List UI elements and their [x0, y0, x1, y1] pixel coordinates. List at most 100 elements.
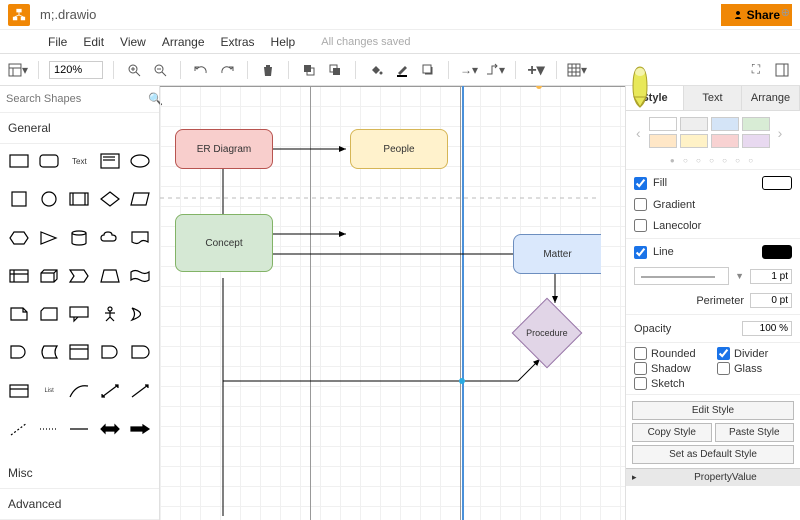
shape-dashed[interactable]: [6, 418, 32, 440]
shape-tape[interactable]: [127, 265, 153, 287]
gradient-checkbox[interactable]: [634, 198, 647, 211]
shape-list2[interactable]: List: [36, 380, 62, 402]
shape-curve[interactable]: [66, 380, 92, 402]
menu-help[interactable]: Help: [271, 35, 296, 49]
connection-icon[interactable]: →▾: [459, 60, 479, 80]
section-advanced[interactable]: Advanced: [0, 489, 159, 520]
shape-circle[interactable]: [36, 188, 62, 210]
swatch-white[interactable]: [649, 117, 677, 131]
shape-dotted[interactable]: [36, 418, 62, 440]
shape-delay[interactable]: [127, 341, 153, 363]
swatch-next-icon[interactable]: ›: [774, 125, 787, 141]
node-people[interactable]: People: [350, 129, 448, 169]
node-matter[interactable]: Matter: [513, 234, 601, 274]
fill-checkbox[interactable]: [634, 177, 647, 190]
shape-data[interactable]: [36, 341, 62, 363]
shape-thick-bidir[interactable]: [97, 418, 123, 440]
edit-style-button[interactable]: Edit Style: [632, 401, 794, 420]
shape-diamond[interactable]: [97, 188, 123, 210]
shape-trap[interactable]: [97, 265, 123, 287]
shadow-checkbox[interactable]: [634, 362, 647, 375]
copy-style-button[interactable]: Copy Style: [632, 423, 712, 442]
waypoint-icon[interactable]: ▾: [485, 60, 505, 80]
shape-card[interactable]: [36, 303, 62, 325]
tab-text[interactable]: Text: [684, 86, 742, 110]
line-style-select[interactable]: [634, 267, 729, 285]
shape-actor[interactable]: [97, 303, 123, 325]
shape-container[interactable]: [66, 341, 92, 363]
table-icon[interactable]: ▾: [567, 60, 587, 80]
search-shapes-input[interactable]: [6, 93, 148, 105]
shadow-icon[interactable]: [418, 60, 438, 80]
shape-textbox[interactable]: [97, 150, 123, 172]
zoom-in-icon[interactable]: [124, 60, 144, 80]
shape-line[interactable]: [66, 418, 92, 440]
line-color-button[interactable]: [762, 245, 792, 259]
set-default-style-button[interactable]: Set as Default Style: [632, 445, 794, 464]
file-title[interactable]: m;.drawio: [40, 7, 96, 22]
lanecolor-checkbox[interactable]: [634, 219, 647, 232]
shape-internal[interactable]: [6, 265, 32, 287]
lane-handle[interactable]: [536, 86, 542, 89]
format-panel-icon[interactable]: [772, 60, 792, 80]
swatch-grey[interactable]: [680, 117, 708, 131]
swatch-purple[interactable]: [742, 134, 770, 148]
to-back-icon[interactable]: [325, 60, 345, 80]
zoom-out-icon[interactable]: [150, 60, 170, 80]
shape-bidir[interactable]: [97, 380, 123, 402]
delete-icon[interactable]: [258, 60, 278, 80]
swatch-pager[interactable]: ● ○ ○ ○ ○ ○ ○: [626, 154, 800, 167]
divider-checkbox[interactable]: [717, 347, 730, 360]
canvas[interactable]: ER Diagram People Concept Matter Procedu…: [160, 86, 625, 520]
shape-thick-arrow[interactable]: [127, 418, 153, 440]
shape-half[interactable]: [6, 341, 32, 363]
shape-rect[interactable]: [6, 150, 32, 172]
line-color-icon[interactable]: [392, 60, 412, 80]
section-misc[interactable]: Misc: [0, 458, 159, 489]
perimeter-input[interactable]: [750, 293, 792, 308]
section-general[interactable]: General: [0, 113, 159, 144]
shape-cube[interactable]: [36, 265, 62, 287]
shape-cloud[interactable]: [97, 227, 123, 249]
tab-arrange[interactable]: Arrange: [742, 86, 800, 110]
fill-color-button[interactable]: [762, 176, 792, 190]
menu-edit[interactable]: Edit: [83, 35, 104, 49]
shape-step[interactable]: [66, 265, 92, 287]
menu-extras[interactable]: Extras: [221, 35, 255, 49]
swatch-orange[interactable]: [649, 134, 677, 148]
zoom-select[interactable]: [49, 61, 103, 79]
swatch-prev-icon[interactable]: ‹: [632, 125, 645, 141]
glass-checkbox[interactable]: [717, 362, 730, 375]
opacity-input[interactable]: [742, 321, 792, 336]
shape-arrow[interactable]: [127, 380, 153, 402]
menu-view[interactable]: View: [120, 35, 146, 49]
connection-point[interactable]: [459, 378, 465, 384]
shape-ellipse[interactable]: [127, 150, 153, 172]
node-concept[interactable]: Concept: [175, 214, 273, 272]
shape-square[interactable]: [6, 188, 32, 210]
shape-list[interactable]: [6, 380, 32, 402]
shape-roundrect[interactable]: [36, 150, 62, 172]
line-checkbox[interactable]: [634, 246, 647, 259]
swatch-blue[interactable]: [711, 117, 739, 131]
redo-icon[interactable]: [217, 60, 237, 80]
undo-icon[interactable]: [191, 60, 211, 80]
node-procedure[interactable]: Procedure: [512, 298, 583, 369]
menu-file[interactable]: File: [48, 35, 67, 49]
sketch-checkbox[interactable]: [634, 377, 647, 390]
line-width-input[interactable]: [750, 269, 792, 284]
view-mode-button[interactable]: ▾: [8, 60, 28, 80]
shape-hexagon[interactable]: [6, 227, 32, 249]
node-er-diagram[interactable]: ER Diagram: [175, 129, 273, 169]
shape-callout[interactable]: [66, 303, 92, 325]
to-front-icon[interactable]: [299, 60, 319, 80]
menu-arrange[interactable]: Arrange: [162, 35, 205, 49]
property-table-header[interactable]: ▸ Property Value: [626, 468, 800, 486]
shape-or[interactable]: [127, 303, 153, 325]
shape-process[interactable]: [66, 188, 92, 210]
shape-cylinder[interactable]: [66, 227, 92, 249]
swatch-yellow[interactable]: [680, 134, 708, 148]
shape-document[interactable]: [127, 227, 153, 249]
shape-parallel[interactable]: [127, 188, 153, 210]
fill-color-icon[interactable]: [366, 60, 386, 80]
